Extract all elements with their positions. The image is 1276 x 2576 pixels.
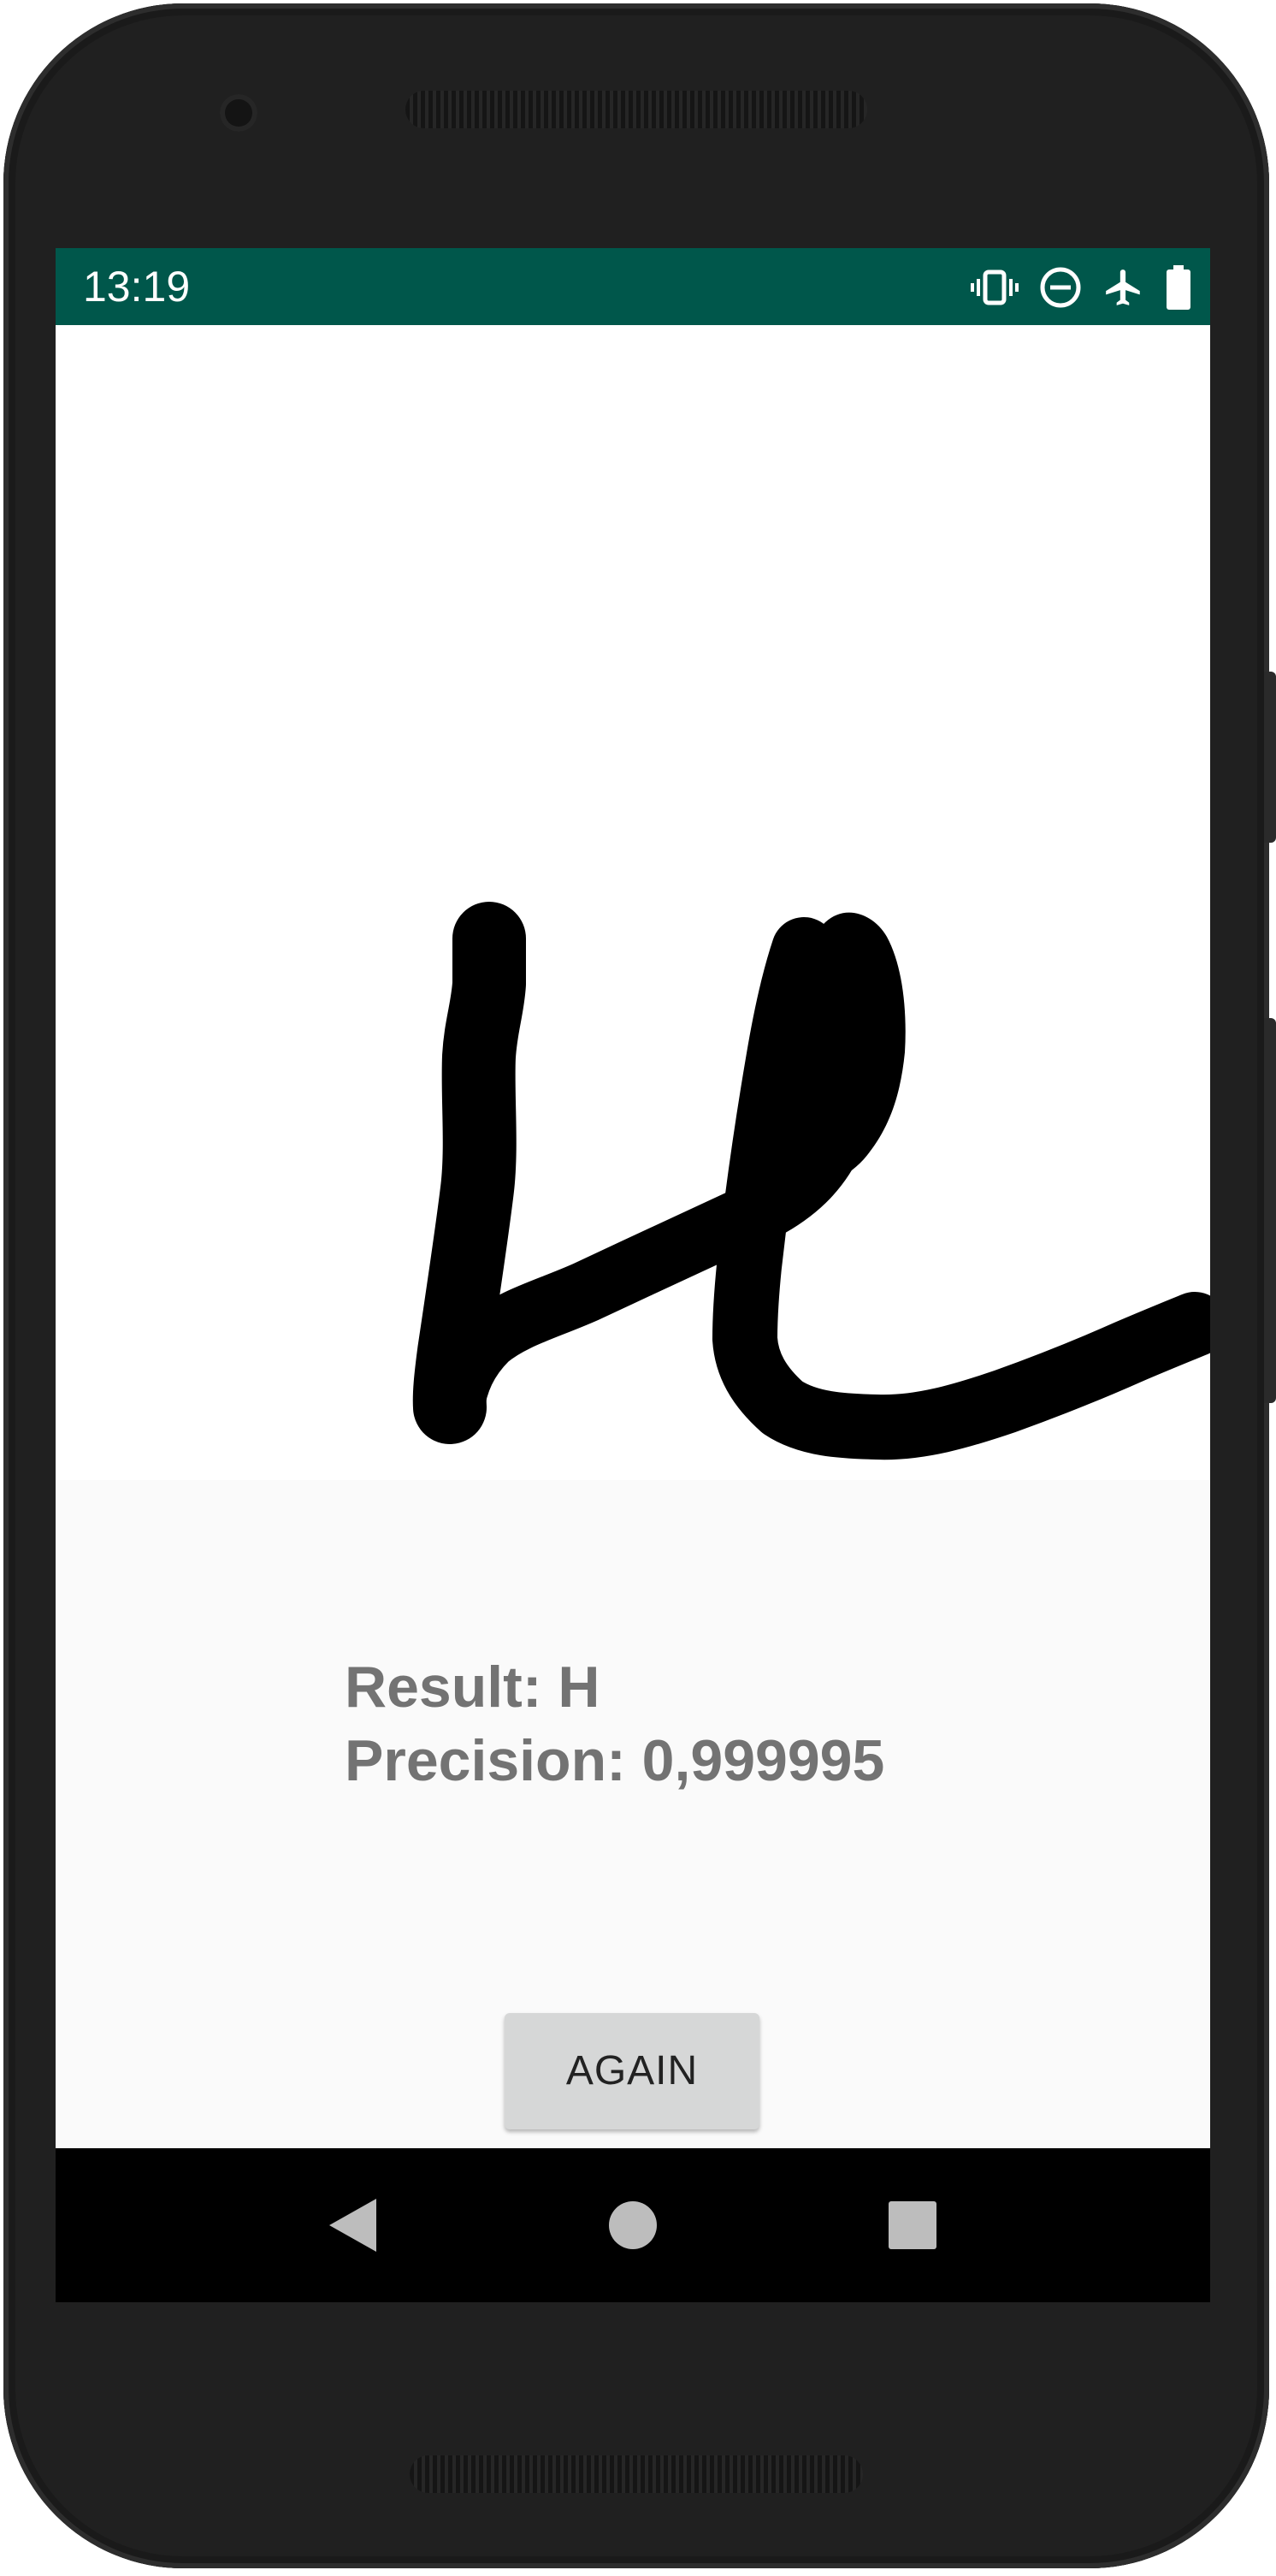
side-button-lower bbox=[1264, 1018, 1276, 1403]
status-bar-time: 13:19 bbox=[83, 263, 191, 311]
top-speaker-grille bbox=[405, 91, 867, 128]
home-icon[interactable] bbox=[590, 2182, 676, 2268]
precision-label: Precision: 0,999995 bbox=[345, 1728, 885, 1793]
result-label: Result: H bbox=[345, 1655, 600, 1720]
side-button-upper bbox=[1264, 672, 1276, 843]
back-icon[interactable] bbox=[312, 2182, 398, 2268]
recents-icon[interactable] bbox=[870, 2182, 955, 2268]
handwritten-stroke bbox=[412, 902, 1210, 1460]
airplane-mode-icon bbox=[1102, 266, 1145, 309]
navigation-bar bbox=[56, 2148, 1210, 2302]
vibrate-icon bbox=[971, 267, 1019, 308]
status-icons bbox=[971, 264, 1191, 311]
do-not-disturb-icon bbox=[1039, 266, 1082, 309]
battery-icon bbox=[1166, 265, 1191, 310]
device-screen: 13:19 Result: H Precision: 0,999995 AGAI… bbox=[56, 248, 1210, 2302]
bottom-speaker-grille bbox=[410, 2455, 863, 2493]
drawing-canvas[interactable] bbox=[56, 325, 1210, 1480]
front-camera bbox=[220, 94, 257, 132]
again-button[interactable]: AGAIN bbox=[505, 2013, 759, 2129]
status-bar: 13:19 bbox=[56, 248, 1210, 325]
